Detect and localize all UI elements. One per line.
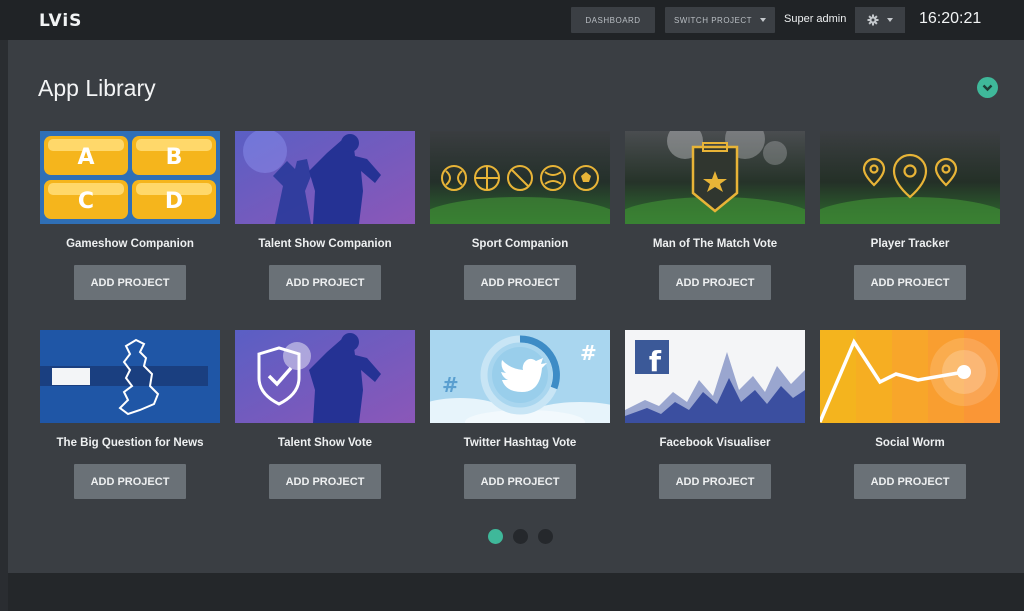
hashtag-text: # bbox=[580, 341, 597, 365]
hashtag-text: # bbox=[442, 373, 459, 397]
app-title: Twitter Hashtag Vote bbox=[463, 437, 577, 449]
player-tracker-thumbnail bbox=[820, 131, 1000, 224]
chevron-down-icon bbox=[982, 84, 993, 91]
user-name[interactable]: Super admin bbox=[784, 13, 846, 25]
big-question-thumbnail bbox=[40, 330, 220, 423]
add-project-button[interactable]: ADD PROJECT bbox=[74, 265, 186, 300]
gear-icon bbox=[867, 14, 879, 26]
add-project-button[interactable]: ADD PROJECT bbox=[269, 265, 381, 300]
dashboard-button-label: DASHBOARD bbox=[585, 15, 641, 25]
app-title: Gameshow Companion bbox=[66, 238, 194, 250]
twitter-thumbnail: # # bbox=[430, 330, 610, 423]
page-title: App Library bbox=[38, 75, 156, 101]
add-project-button[interactable]: ADD PROJECT bbox=[659, 464, 771, 499]
app-thumbnail[interactable] bbox=[235, 131, 415, 224]
app-thumbnail[interactable] bbox=[820, 330, 1000, 423]
tile-d-text: D bbox=[165, 189, 183, 214]
top-bar: LViS DASHBOARD SWITCH PROJECT Super admi… bbox=[0, 0, 1024, 40]
app-thumbnail[interactable] bbox=[40, 330, 220, 423]
app-title: The Big Question for News bbox=[56, 437, 204, 449]
dashboard-button[interactable]: DASHBOARD bbox=[571, 7, 655, 33]
app-title: Talent Show Vote bbox=[277, 437, 373, 449]
app-thumbnail[interactable]: # # bbox=[430, 330, 610, 423]
app-thumbnail[interactable]: f bbox=[625, 330, 805, 423]
app-title: Talent Show Companion bbox=[258, 238, 392, 250]
facebook-thumbnail: f bbox=[625, 330, 805, 423]
tile-a-text: A bbox=[77, 145, 94, 170]
social-worm-thumbnail bbox=[820, 330, 1000, 423]
talent-vote-thumbnail bbox=[235, 330, 415, 423]
tile-b-text: B bbox=[166, 145, 183, 170]
add-project-button[interactable]: ADD PROJECT bbox=[74, 464, 186, 499]
app-title: Sport Companion bbox=[471, 238, 569, 250]
app-thumbnail[interactable] bbox=[235, 330, 415, 423]
app-thumbnail[interactable] bbox=[430, 131, 610, 224]
switch-project-label: SWITCH PROJECT bbox=[673, 15, 753, 25]
footer-bar bbox=[8, 573, 1024, 611]
chevron-down-icon bbox=[887, 18, 893, 22]
app-title: Facebook Visualiser bbox=[659, 437, 771, 449]
facebook-logo-text: f bbox=[649, 345, 662, 378]
gameshow-thumbnail: A B C D bbox=[40, 131, 220, 224]
collapse-button[interactable] bbox=[977, 77, 998, 98]
chevron-down-icon bbox=[760, 18, 767, 22]
app-logo[interactable]: LViS bbox=[39, 11, 82, 31]
tile-c-text: C bbox=[78, 189, 94, 214]
switch-project-button[interactable]: SWITCH PROJECT bbox=[665, 7, 775, 33]
add-project-button[interactable]: ADD PROJECT bbox=[659, 265, 771, 300]
app-thumbnail[interactable] bbox=[820, 131, 1000, 224]
add-project-button[interactable]: ADD PROJECT bbox=[464, 464, 576, 499]
add-project-button[interactable]: ADD PROJECT bbox=[464, 265, 576, 300]
pagination-dot-1[interactable] bbox=[488, 529, 503, 544]
settings-button[interactable] bbox=[855, 7, 905, 33]
add-project-button[interactable]: ADD PROJECT bbox=[854, 265, 966, 300]
app-thumbnail[interactable] bbox=[625, 131, 805, 224]
app-title: Man of The Match Vote bbox=[652, 238, 778, 250]
pagination-dot-3[interactable] bbox=[538, 529, 553, 544]
add-project-button[interactable]: ADD PROJECT bbox=[854, 464, 966, 499]
talent-show-thumbnail bbox=[235, 131, 415, 224]
sport-thumbnail bbox=[430, 131, 610, 224]
pagination-dot-2[interactable] bbox=[513, 529, 528, 544]
clock: 16:20:21 bbox=[919, 10, 982, 27]
app-title: Social Worm bbox=[875, 437, 945, 449]
add-project-button[interactable]: ADD PROJECT bbox=[269, 464, 381, 499]
man-of-match-thumbnail bbox=[625, 131, 805, 224]
app-title: Player Tracker bbox=[870, 238, 950, 250]
app-thumbnail[interactable]: A B C D bbox=[40, 131, 220, 224]
